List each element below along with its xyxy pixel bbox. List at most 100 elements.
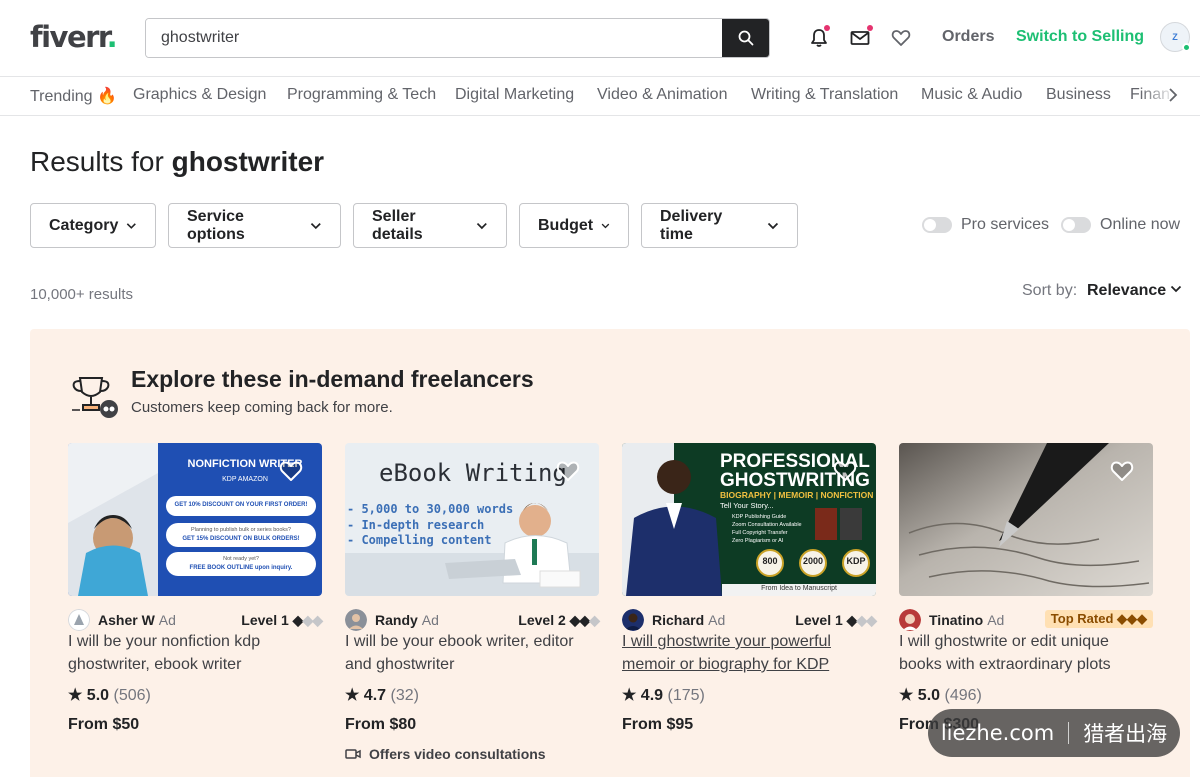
gig-card[interactable]: eBook Writing - 5,000 to 30,000 words - … <box>345 443 600 762</box>
category-programming-tech[interactable]: Programming & Tech <box>287 86 436 104</box>
thumb-line: FREE BOOK OUTLINE upon inquiry. <box>189 565 293 571</box>
category-digital-marketing[interactable]: Digital Marketing <box>455 86 574 104</box>
orders-link[interactable]: Orders <box>942 28 994 46</box>
seller-name[interactable]: Asher W Ad <box>98 612 176 628</box>
filter-service-options[interactable]: Service options <box>168 203 341 248</box>
heart-icon[interactable] <box>279 460 303 482</box>
gig-price[interactable]: From $50 <box>68 716 139 734</box>
thumb-tell: Tell Your Story... <box>720 501 774 510</box>
filter-category[interactable]: Category <box>30 203 156 248</box>
gig-rating: ★ 5.0 (506) <box>68 687 151 704</box>
category-nav: Trending 🔥 Graphics & Design Programming… <box>0 77 1200 116</box>
gig-price[interactable]: From $80 <box>345 716 416 734</box>
notifications-button[interactable] <box>808 25 830 49</box>
bell-icon <box>811 29 827 47</box>
thumb-footer: From Idea to Manuscript <box>761 585 837 592</box>
favorites-button[interactable] <box>890 27 912 49</box>
seller-row: Richard Ad Level 1 ◆◆◆ <box>622 609 877 631</box>
thumb-badge: KDP <box>846 556 866 566</box>
heart-icon[interactable] <box>556 460 580 482</box>
search-input[interactable] <box>146 19 723 57</box>
chevron-down-icon <box>127 222 137 229</box>
star-icon: ★ <box>68 687 83 704</box>
seller-name[interactable]: Richard Ad <box>652 612 725 628</box>
heart-icon[interactable] <box>833 460 857 482</box>
thumb-line: Planning to publish bulk or series books… <box>191 527 291 533</box>
seller-level: Level 2 ◆◆◆ <box>518 612 600 628</box>
category-video-animation[interactable]: Video & Animation <box>597 86 727 104</box>
chevron-right-icon[interactable] <box>1168 87 1178 103</box>
thumb-lines: KDP Publishing Guide Zoom Consultation A… <box>732 514 802 544</box>
gig-rating: ★ 5.0 (496) <box>899 687 982 704</box>
sort-dropdown[interactable]: Relevance <box>1087 282 1166 300</box>
category-business[interactable]: Business <box>1046 86 1111 104</box>
filter-budget[interactable]: Budget <box>519 203 629 248</box>
gig-card[interactable]: NONFICTION WRITER KDP AMAZON GET 10% DIS… <box>68 443 323 733</box>
chevron-down-icon <box>767 222 779 229</box>
gig-title[interactable]: I will ghostwrite or edit unique books w… <box>899 630 1153 676</box>
promo-subtitle: Customers keep coming back for more. <box>131 399 393 416</box>
search-bar <box>145 18 770 58</box>
gig-title[interactable]: I will be your ebook writer, editor and … <box>345 630 599 676</box>
seller-avatar[interactable] <box>68 609 90 631</box>
gig-thumbnail[interactable]: PROFESSIONAL GHOSTWRITING BIOGRAPHY | ME… <box>622 443 876 596</box>
video-consultation: Offers video consultations <box>345 746 546 762</box>
gig-thumbnail[interactable]: eBook Writing - 5,000 to 30,000 words - … <box>345 443 599 596</box>
gig-thumbnail[interactable]: NONFICTION WRITER KDP AMAZON GET 10% DIS… <box>68 443 322 596</box>
chevron-down-icon[interactable] <box>1170 285 1182 293</box>
category-music-audio[interactable]: Music & Audio <box>921 86 1022 104</box>
gig-rating: ★ 4.9 (175) <box>622 687 705 704</box>
sort-label: Sort by: <box>1022 282 1078 299</box>
top-header: fiverr. Orders Switch to Selling Z <box>0 0 1200 77</box>
thumb-badge: 2000 <box>802 556 824 566</box>
category-trending[interactable]: Trending 🔥 <box>30 86 117 106</box>
star-icon: ★ <box>899 687 914 704</box>
search-button[interactable] <box>722 19 769 57</box>
seller-name[interactable]: Randy Ad <box>375 612 439 628</box>
thumb-badge: 800 <box>762 556 778 566</box>
thumb-headline: eBook Writing <box>379 459 567 487</box>
seller-avatar[interactable] <box>622 609 644 631</box>
online-now-toggle[interactable] <box>1061 217 1091 233</box>
thumb-line: GET 15% DISCOUNT ON BULK ORDERS! <box>182 536 300 542</box>
page-title: Results for ghostwriter <box>30 146 325 177</box>
chevron-down-icon <box>311 222 322 229</box>
category-graphics-design[interactable]: Graphics & Design <box>133 86 266 104</box>
switch-to-selling-link[interactable]: Switch to Selling <box>1016 28 1144 46</box>
gig-rating: ★ 4.7 (32) <box>345 687 419 704</box>
gig-thumbnail[interactable] <box>899 443 1153 596</box>
seller-level: Level 1 ◆◆◆ <box>241 612 323 628</box>
gig-title[interactable]: I will ghostwrite your powerful memoir o… <box>622 630 876 676</box>
top-rated-badge: Top Rated ◆◆◆ <box>1044 610 1153 628</box>
filter-seller-details[interactable]: Seller details <box>353 203 507 248</box>
chevron-down-icon <box>601 223 610 228</box>
results-count: 10,000+ results <box>30 286 133 303</box>
user-avatar[interactable]: Z <box>1160 22 1191 52</box>
pro-services-toggle[interactable] <box>922 217 952 233</box>
gig-price[interactable]: From $95 <box>622 716 693 734</box>
gig-card[interactable]: PROFESSIONAL GHOSTWRITING BIOGRAPHY | ME… <box>622 443 877 733</box>
watermark: liezhe.com 猎者出海 <box>928 709 1180 757</box>
category-writing-translation[interactable]: Writing & Translation <box>751 86 898 104</box>
notification-dot <box>824 25 830 31</box>
trophy-icon <box>72 377 118 418</box>
fiverr-logo[interactable]: fiverr. <box>30 20 118 54</box>
promo-title: Explore these in-demand freelancers <box>131 366 534 392</box>
gig-card[interactable]: Tinatino Ad Top Rated ◆◆◆ I will ghostwri… <box>899 443 1153 733</box>
video-camera-icon <box>345 749 361 759</box>
chevron-down-icon <box>477 222 488 229</box>
heart-icon[interactable] <box>1110 460 1134 482</box>
seller-avatar[interactable] <box>345 609 367 631</box>
seller-row: Asher W Ad Level 1 ◆◆◆ <box>68 609 323 631</box>
pro-services-label: Pro services <box>961 216 1050 233</box>
message-dot <box>867 25 873 31</box>
filter-delivery-time[interactable]: Delivery time <box>641 203 798 248</box>
thumb-line: Not ready yet? <box>223 556 259 562</box>
messages-button[interactable] <box>849 25 873 49</box>
seller-name[interactable]: Tinatino Ad <box>929 612 1004 628</box>
seller-row: Randy Ad Level 2 ◆◆◆ <box>345 609 600 631</box>
star-icon: ★ <box>345 687 360 704</box>
seller-avatar[interactable] <box>899 609 921 631</box>
thumb-sub: BIOGRAPHY | MEMOIR | NONFICTION <box>720 490 874 500</box>
gig-title[interactable]: I will be your nonfiction kdp ghostwrite… <box>68 630 322 676</box>
